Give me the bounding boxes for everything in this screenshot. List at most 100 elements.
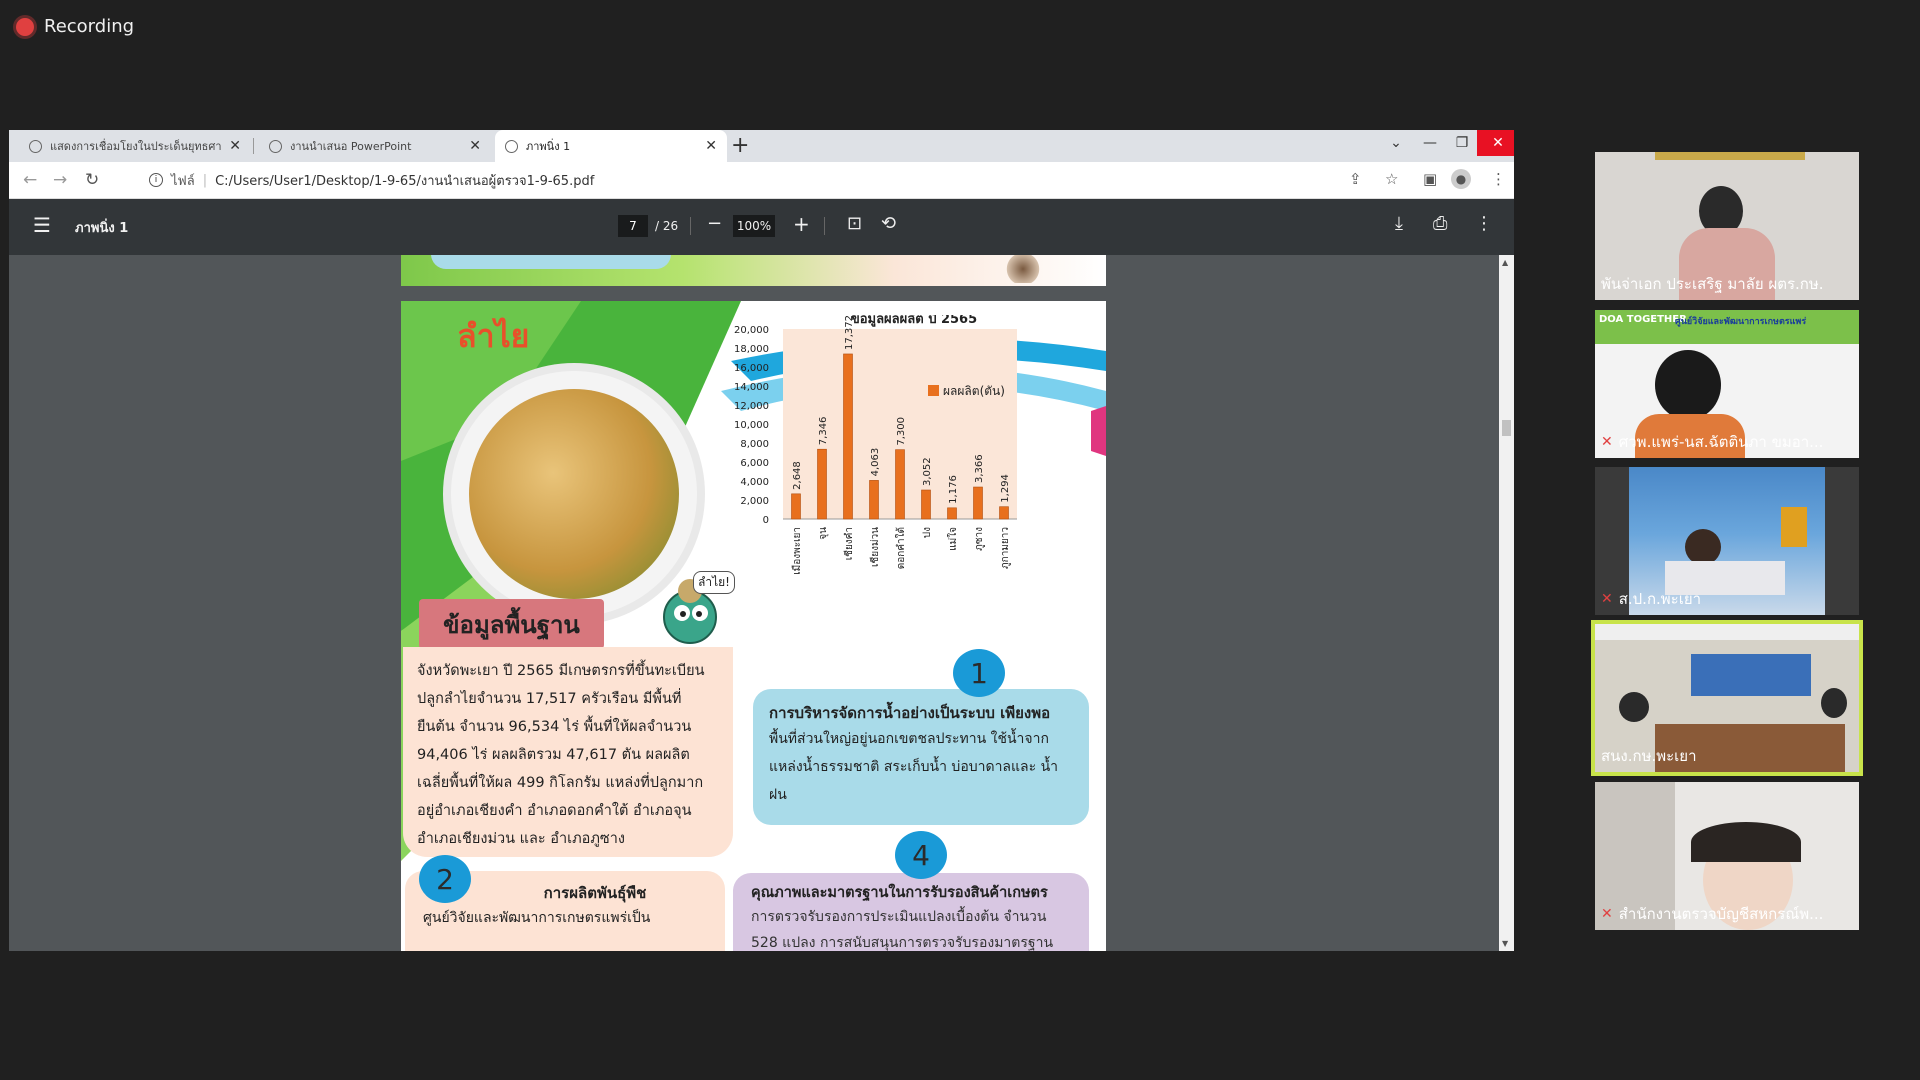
page-total: / 26 bbox=[655, 219, 679, 233]
minimize-button[interactable]: — bbox=[1413, 130, 1447, 156]
globe-icon bbox=[29, 139, 42, 153]
tree-image bbox=[1005, 255, 1041, 283]
recording-label: Recording bbox=[44, 16, 135, 37]
data-label: 4,063 bbox=[870, 448, 881, 477]
pdf-viewer[interactable]: ลำไย ลำไย! ข้อมูลผลผลิต ปี 2565 0 2,000 4,0… bbox=[9, 255, 1514, 951]
participant-tile-4[interactable]: สนง.กษ.พะเยา bbox=[1591, 620, 1863, 776]
box1-text: พื้นที่ส่วนใหญ่อยู่นอกเขตชลประทาน ใช้น้ำ… bbox=[769, 731, 1059, 803]
water-management-box: การบริหารจัดการน้ำอย่างเป็นระบบ เพียงพอ … bbox=[753, 689, 1089, 825]
data-label: 7,346 bbox=[818, 417, 829, 446]
download-icon[interactable]: ⤓ bbox=[1395, 213, 1403, 234]
legend-label: ผลผลิต(ตัน) bbox=[943, 384, 1005, 398]
fit-page-icon[interactable]: ⊡ bbox=[847, 213, 862, 234]
data-label: 3,366 bbox=[974, 454, 985, 483]
print-icon[interactable]: ⎙ bbox=[1433, 213, 1447, 234]
participant-name: ✕ ศวพ.แพร่-นส.ฉัตตินภา ขมอา... bbox=[1601, 433, 1824, 451]
scroll-up-icon[interactable]: ▲ bbox=[1502, 258, 1508, 267]
hamburger-menu-icon[interactable]: ☰ bbox=[33, 213, 51, 237]
bar bbox=[791, 493, 801, 520]
x-tick-label: แม่ใจ bbox=[947, 527, 959, 551]
bar bbox=[817, 448, 827, 520]
scroll-thumb[interactable] bbox=[1502, 420, 1511, 436]
y-tick-label: 8,000 bbox=[740, 439, 769, 450]
tab-powerpoint[interactable]: งานนำเสนอ PowerPoint ✕ bbox=[259, 130, 491, 162]
muted-mic-icon: ✕ bbox=[1601, 434, 1613, 450]
pdf-more-icon[interactable]: ⋮ bbox=[1475, 213, 1493, 234]
box4-text: การตรวจรับรองการประเมินแปลงเบื้องต้น จำน… bbox=[751, 909, 1054, 951]
profile-icon[interactable]: ● bbox=[1451, 169, 1471, 189]
rotate-icon[interactable]: ⟲ bbox=[881, 213, 896, 234]
share-icon[interactable]: ⇪ bbox=[1349, 170, 1362, 188]
bar bbox=[921, 489, 931, 520]
address-bar[interactable]: i ไฟล์ | C:/Users/User1/Desktop/1-9-65/ง… bbox=[149, 166, 594, 194]
participant-name: สนง.กษ.พะเยา bbox=[1601, 747, 1697, 765]
y-tick-label: 16,000 bbox=[734, 363, 769, 374]
vertical-scrollbar[interactable]: ▲ ▼ bbox=[1499, 255, 1514, 951]
back-icon[interactable]: ← bbox=[23, 170, 37, 190]
tab-search-icon[interactable]: ⌄ bbox=[1379, 130, 1413, 156]
participant-banner: ศูนย์วิจัยและพัฒนาการเกษตรแพร่ bbox=[1675, 317, 1807, 327]
data-label: 7,300 bbox=[896, 417, 907, 446]
chart-svg: ข้อมูลผลผลิต ปี 2565 0 2,000 4,000 6,000 8,00… bbox=[734, 311, 1017, 575]
badge-1: 1 bbox=[953, 649, 1005, 697]
pdf-title: ภาพนิ่ง 1 bbox=[75, 221, 129, 236]
background-text: จังหวัดพะเยา ปี 2565 มีเกษตรกรที่ขึ้นทะเ… bbox=[403, 647, 733, 857]
background-heading: ข้อมูลพื้นฐาน bbox=[419, 599, 604, 649]
data-label: 2,648 bbox=[792, 461, 803, 490]
globe-icon bbox=[505, 139, 518, 153]
participant-tile-1[interactable]: พันจ่าเอก ประเสริฐ มาลัย ผตร.กษ. bbox=[1595, 152, 1859, 300]
zoom-out-button[interactable]: − bbox=[707, 213, 722, 234]
bar bbox=[973, 486, 983, 520]
data-label: 17,372 bbox=[844, 315, 855, 350]
side-panel-icon[interactable]: ▣ bbox=[1423, 170, 1437, 188]
bar bbox=[895, 449, 905, 520]
tab-label: แสดงการเชื่อมโยงในประเด็นยุทธศาสตร์ bbox=[50, 140, 222, 153]
browser-toolbar: ← → ↻ i ไฟล์ | C:/Users/User1/Desktop/1-… bbox=[9, 162, 1514, 199]
bar bbox=[947, 507, 957, 520]
chart-title: ข้อมูลผลผลิต ปี 2565 bbox=[851, 315, 977, 327]
x-tick-label: เชียงคำ bbox=[843, 527, 855, 560]
y-tick-label: 18,000 bbox=[734, 344, 769, 355]
forward-icon[interactable]: → bbox=[53, 170, 67, 190]
close-tab-icon[interactable]: ✕ bbox=[229, 138, 241, 154]
muted-mic-icon: ✕ bbox=[1601, 906, 1613, 922]
restore-button[interactable]: ❐ bbox=[1445, 130, 1479, 156]
close-tab-icon[interactable]: ✕ bbox=[469, 138, 481, 154]
participant-tile-3[interactable]: ✕ ส.ป.ก.พะเยา bbox=[1595, 467, 1859, 615]
globe-icon bbox=[269, 139, 282, 153]
participant-tile-2[interactable]: DOA TOGETHER ศูนย์วิจัยและพัฒนาการเกษตรแ… bbox=[1595, 310, 1859, 458]
pdf-toolbar: ☰ ภาพนิ่ง 1 7 / 26 − 100% + ⊡ ⟲ ⤓ ⎙ ⋮ bbox=[9, 199, 1514, 255]
page-number-input[interactable]: 7 bbox=[618, 215, 648, 237]
tab-label: ภาพนิ่ง 1 bbox=[526, 140, 571, 153]
zoom-in-button[interactable]: + bbox=[793, 212, 810, 236]
browser-menu-icon[interactable]: ⋮ bbox=[1491, 170, 1506, 188]
participant-name: ✕ ส.ป.ก.พะเยา bbox=[1601, 590, 1702, 608]
address-scheme: ไฟล์ bbox=[171, 173, 195, 189]
new-tab-button[interactable]: + bbox=[731, 133, 749, 158]
bookmark-star-icon[interactable]: ☆ bbox=[1385, 170, 1398, 188]
bar bbox=[869, 480, 879, 520]
legend-swatch bbox=[928, 385, 939, 396]
participant-tile-5[interactable]: ✕ สำนักงานตรวจบัญชีสหกรณ์พ... bbox=[1595, 782, 1859, 930]
zoom-input[interactable]: 100% bbox=[733, 215, 775, 237]
y-tick-label: 12,000 bbox=[734, 401, 769, 412]
x-tick-label: เมืองพะเยา bbox=[791, 527, 803, 575]
reload-icon[interactable]: ↻ bbox=[85, 170, 99, 190]
tab-strategy[interactable]: แสดงการเชื่อมโยงในประเด็นยุทธศาสตร์ ✕ bbox=[19, 130, 251, 162]
muted-mic-icon: ✕ bbox=[1601, 591, 1613, 607]
close-window-button[interactable]: ✕ bbox=[1477, 130, 1514, 156]
address-path: C:/Users/User1/Desktop/1-9-65/งานนำเสนอผ… bbox=[215, 173, 595, 189]
info-icon[interactable]: i bbox=[149, 173, 163, 187]
x-tick-label: จุน bbox=[818, 527, 829, 540]
tab-slide-1[interactable]: ภาพนิ่ง 1 ✕ bbox=[495, 130, 727, 162]
record-icon bbox=[16, 17, 34, 36]
x-tick-label: เชียงม่วน bbox=[869, 527, 881, 567]
recording-indicator: Recording bbox=[16, 16, 134, 37]
data-label: 1,294 bbox=[1000, 474, 1011, 503]
scroll-down-icon[interactable]: ▼ bbox=[1502, 939, 1508, 948]
data-label: 1,176 bbox=[948, 475, 959, 504]
close-tab-icon[interactable]: ✕ bbox=[705, 138, 717, 154]
x-tick-label: ดอกคำใต้ bbox=[895, 527, 907, 569]
browser-window: แสดงการเชื่อมโยงในประเด็นยุทธศาสตร์ ✕ งา… bbox=[9, 130, 1514, 951]
doa-logo: DOA TOGETHER bbox=[1599, 314, 1687, 325]
